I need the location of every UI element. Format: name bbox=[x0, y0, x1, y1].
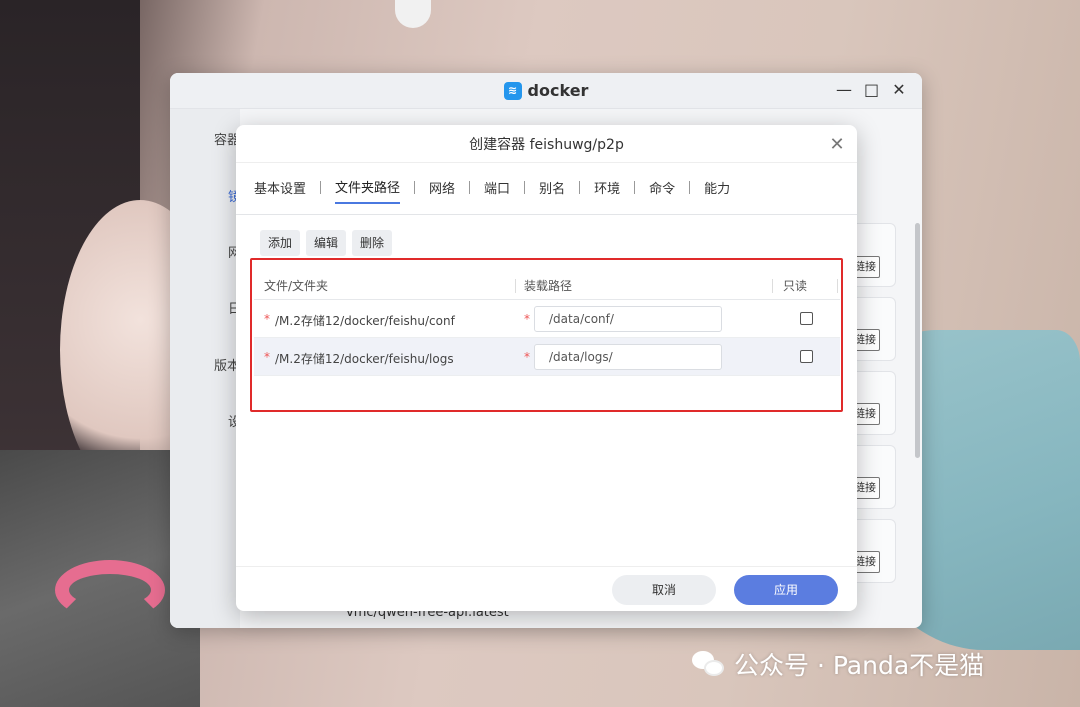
tab-divider bbox=[579, 181, 581, 194]
app-title: ≋ docker bbox=[503, 81, 589, 100]
edit-button[interactable]: 编辑 bbox=[306, 230, 347, 256]
dialog-header: 创建容器 feishuwg/p2p ✕ bbox=[236, 125, 857, 163]
tab-alias[interactable]: 别名 bbox=[539, 178, 565, 203]
delete-button[interactable]: 删除 bbox=[352, 230, 393, 256]
minimize-icon[interactable]: — bbox=[836, 81, 852, 99]
window-controls: — □ ✕ bbox=[836, 81, 906, 99]
app-title-text: docker bbox=[527, 81, 589, 100]
tab-divider bbox=[469, 181, 471, 194]
dialog-title: 创建容器 feishuwg/p2p bbox=[469, 136, 624, 153]
close-icon[interactable]: ✕ bbox=[892, 81, 906, 99]
tab-basic-settings[interactable]: 基本设置 bbox=[254, 178, 306, 203]
highlight-box bbox=[250, 258, 843, 412]
tab-divider bbox=[524, 181, 526, 194]
scrollbar[interactable] bbox=[915, 223, 920, 458]
maximize-icon[interactable]: □ bbox=[864, 81, 879, 99]
tab-environment[interactable]: 环境 bbox=[594, 178, 620, 203]
sidebar: 容器 镜 网 日 版本 设 bbox=[170, 109, 241, 628]
tab-folder-paths[interactable]: 文件夹路径 bbox=[335, 177, 401, 204]
toolbar: 添加 编辑 删除 bbox=[260, 230, 393, 256]
window-titlebar[interactable]: ≋ docker — □ ✕ bbox=[170, 73, 922, 109]
tab-command[interactable]: 命令 bbox=[649, 178, 675, 203]
background-pink-strap bbox=[55, 560, 165, 620]
dialog-footer: 取消 应用 bbox=[236, 566, 857, 611]
docker-whale-icon: ≋ bbox=[503, 81, 522, 100]
watermark-text: 公众号 · Panda不是猫 bbox=[734, 651, 985, 680]
tab-capabilities[interactable]: 能力 bbox=[704, 178, 730, 203]
apply-button[interactable]: 应用 bbox=[734, 575, 838, 605]
close-icon[interactable]: ✕ bbox=[827, 134, 847, 155]
tab-ports[interactable]: 端口 bbox=[484, 178, 510, 203]
tab-divider bbox=[414, 181, 416, 194]
watermark: 公众号 · Panda不是猫 bbox=[692, 646, 984, 682]
tab-divider bbox=[689, 181, 691, 194]
add-button[interactable]: 添加 bbox=[260, 230, 301, 256]
background-ribbon bbox=[395, 0, 431, 28]
tab-bar: 基本设置 文件夹路径 网络 端口 别名 环境 命令 能力 bbox=[254, 177, 730, 204]
wechat-icon bbox=[692, 649, 726, 679]
tab-divider bbox=[634, 181, 636, 194]
tab-underline-divider bbox=[236, 214, 857, 215]
cancel-button[interactable]: 取消 bbox=[612, 575, 716, 605]
tab-network[interactable]: 网络 bbox=[429, 178, 455, 203]
tab-divider bbox=[320, 181, 322, 194]
create-container-dialog: 创建容器 feishuwg/p2p ✕ 基本设置 文件夹路径 网络 端口 别名 … bbox=[236, 125, 857, 611]
